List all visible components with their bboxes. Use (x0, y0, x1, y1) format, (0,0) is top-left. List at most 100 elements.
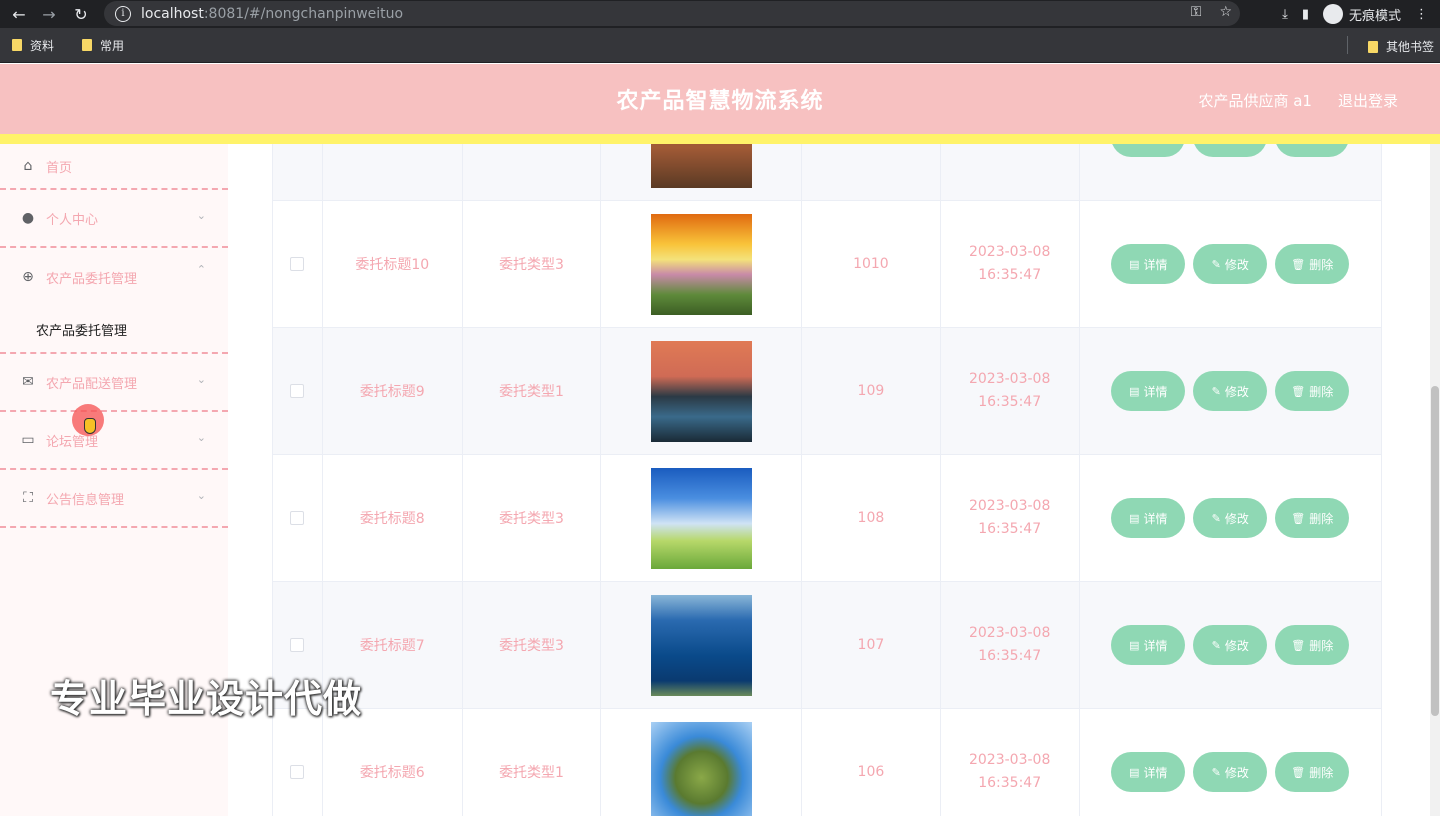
sidepanel-icon[interactable]: ▮ (1302, 7, 1309, 22)
watermark-text: 专业毕业设计代做 (50, 677, 363, 721)
bookmark-folder-changyong[interactable]: 常用 (82, 37, 124, 54)
scrollbar-thumb[interactable] (1431, 386, 1439, 716)
detail-button[interactable]: ▤详情 (1111, 752, 1186, 792)
trash-icon: 🗑 (1291, 512, 1306, 525)
table-row: 委托标题7 委托类型3 107 2023-03-08 16:35:47 ▤ 详情 … (273, 582, 1381, 709)
folder-icon (82, 39, 93, 51)
row-checkbox[interactable] (290, 257, 305, 271)
address-bar[interactable]: i localhost:8081/#/nongchanpinweituo ⚿ ☆ (104, 1, 1240, 26)
sidebar-item-label: 农产品配送管理 (46, 376, 138, 392)
sidebar-item-personal[interactable]: ● 个人中心 ⌄ (0, 190, 228, 248)
title-cell: 委托标题6 (323, 709, 463, 816)
operations-cell: ▤详情 ✎修改 🗑删除 (1080, 144, 1381, 200)
user-icon: ● (21, 210, 35, 226)
row-checkbox[interactable] (290, 384, 305, 398)
edit-button[interactable]: ✎修改 (1193, 625, 1268, 665)
sidebar-item-entrust[interactable]: ⊕ 农产品委托管理 ⌃ (0, 248, 228, 306)
operations-cell: ▤详情 ✎修改 🗑删除 (1080, 328, 1381, 454)
time-cell: 2023-03-08 16:35:47 (941, 455, 1080, 581)
edit-button[interactable]: ✎修改 (1193, 752, 1268, 792)
document-icon: ▤ (1129, 639, 1140, 652)
table-row: 5:47 ▤详情 ✎修改 🗑删除 (273, 144, 1381, 201)
chevron-down-icon: ⌄ (196, 373, 206, 386)
reload-icon[interactable]: ↻ (70, 3, 92, 25)
sidebar-item-label: 公告信息管理 (46, 492, 125, 508)
star-icon[interactable]: ☆ (1219, 4, 1232, 20)
title-cell: 委托标题9 (323, 328, 463, 454)
delete-button[interactable]: 🗑删除 (1275, 371, 1350, 411)
scan-icon: ⛶ (23, 490, 33, 506)
delete-button[interactable]: 🗑删除 (1275, 752, 1350, 792)
sidebar-item-label: 首页 (46, 160, 73, 176)
sidebar-item-forum[interactable]: ▭ 论坛管理 ⌄ (0, 412, 228, 470)
row-checkbox[interactable] (290, 511, 305, 525)
delete-button[interactable]: 🗑删除 (1275, 244, 1350, 284)
main-content: 5:47 ▤详情 ✎修改 🗑删除 委托标题10 委托类型3 1010 2023-… (228, 144, 1440, 816)
number-cell: 1010 (802, 201, 941, 327)
product-image[interactable] (650, 721, 752, 816)
edit-button[interactable]: ✎修改 (1193, 371, 1268, 411)
sidebar-item-label: 农产品委托管理 (46, 271, 138, 287)
image-cell (601, 455, 803, 581)
image-cell (601, 201, 803, 327)
mail-icon: ✉ (22, 374, 34, 390)
table-row: 委托标题10 委托类型3 1010 2023-03-08 16:35:47 ▤ 详… (273, 201, 1381, 328)
download-icon[interactable]: ⤓ (1282, 7, 1288, 22)
sidebar-item-notice[interactable]: ⛶ 公告信息管理 ⌄ (0, 470, 228, 528)
incognito-badge[interactable]: 无痕模式 (1322, 4, 1401, 24)
title-cell: 委托标题10 (323, 201, 463, 327)
edit-button[interactable]: ✎修改 (1193, 244, 1268, 284)
edit-label: 修改 (1224, 765, 1249, 780)
detail-label: 详情 (1143, 257, 1168, 272)
site-info-icon[interactable]: i (115, 5, 131, 22)
number-cell: 108 (802, 455, 941, 581)
sidebar-item-delivery[interactable]: ✉ 农产品配送管理 ⌄ (0, 354, 228, 412)
row-checkbox[interactable] (290, 765, 305, 779)
delete-button[interactable]: 🗑删除 (1275, 625, 1350, 665)
delete-button[interactable]: 🗑删除 (1275, 498, 1350, 538)
detail-button[interactable]: ▤详情 (1111, 625, 1186, 665)
bookmark-folder-ziliao[interactable]: 资料 (12, 37, 54, 54)
sidebar-item-home[interactable]: ⌂ 首页 (0, 144, 228, 190)
detail-button[interactable]: ▤详情 (1111, 244, 1186, 284)
logout-link[interactable]: 退出登录 (1338, 90, 1398, 111)
table-row: 委托标题9 委托类型1 109 2023-03-08 16:35:47 ▤ 详情 … (273, 328, 1381, 455)
type-cell: 委托类型3 (463, 455, 602, 581)
chat-icon: ▭ (21, 432, 35, 448)
detail-label: 详情 (1143, 638, 1168, 653)
detail-label: 详情 (1143, 384, 1168, 399)
detail-button[interactable]: ▤详情 (1111, 498, 1186, 538)
edit-button[interactable]: ✎修改 (1193, 498, 1268, 538)
page-scrollbar[interactable] (1430, 144, 1440, 816)
sidebar-subitem-entrust[interactable]: 农产品委托管理 (0, 306, 228, 354)
edit-button[interactable]: ✎修改 (1193, 144, 1268, 157)
image-cell (601, 144, 803, 200)
incognito-icon (1322, 4, 1343, 24)
key-icon[interactable]: ⚿ (1191, 4, 1202, 20)
trash-icon: 🗑 (1291, 258, 1306, 271)
trash-icon: 🗑 (1291, 639, 1306, 652)
folder-icon (12, 39, 22, 51)
product-image[interactable] (650, 467, 752, 569)
row-checkbox[interactable] (290, 638, 305, 652)
app-header: 农产品智慧物流系统 农产品供应商 a1 退出登录 (0, 64, 1440, 134)
back-icon[interactable]: ← (8, 3, 30, 25)
detail-button[interactable]: ▤详情 (1111, 144, 1186, 157)
product-image[interactable] (650, 213, 752, 315)
delete-button[interactable]: 🗑删除 (1275, 144, 1350, 157)
menu-dots-icon[interactable]: ⋮ (1415, 7, 1428, 22)
time-cell: 2023-03-08 16:35:47 (941, 328, 1080, 454)
product-image[interactable] (650, 144, 752, 188)
row-select-cell (273, 201, 323, 327)
forward-icon[interactable]: → (38, 3, 60, 25)
image-cell (601, 709, 803, 816)
detail-button[interactable]: ▤详情 (1111, 371, 1186, 411)
url-text: localhost:8081/#/nongchanpinweituo (141, 6, 403, 22)
product-image[interactable] (650, 594, 752, 696)
number-cell: 109 (802, 328, 941, 454)
pencil-icon: ✎ (1211, 639, 1221, 652)
product-image[interactable] (650, 340, 752, 442)
title-cell: 委托标题8 (323, 455, 463, 581)
other-bookmarks[interactable]: 其他书签 (1367, 38, 1434, 55)
current-user: 农产品供应商 a1 (1198, 92, 1312, 110)
